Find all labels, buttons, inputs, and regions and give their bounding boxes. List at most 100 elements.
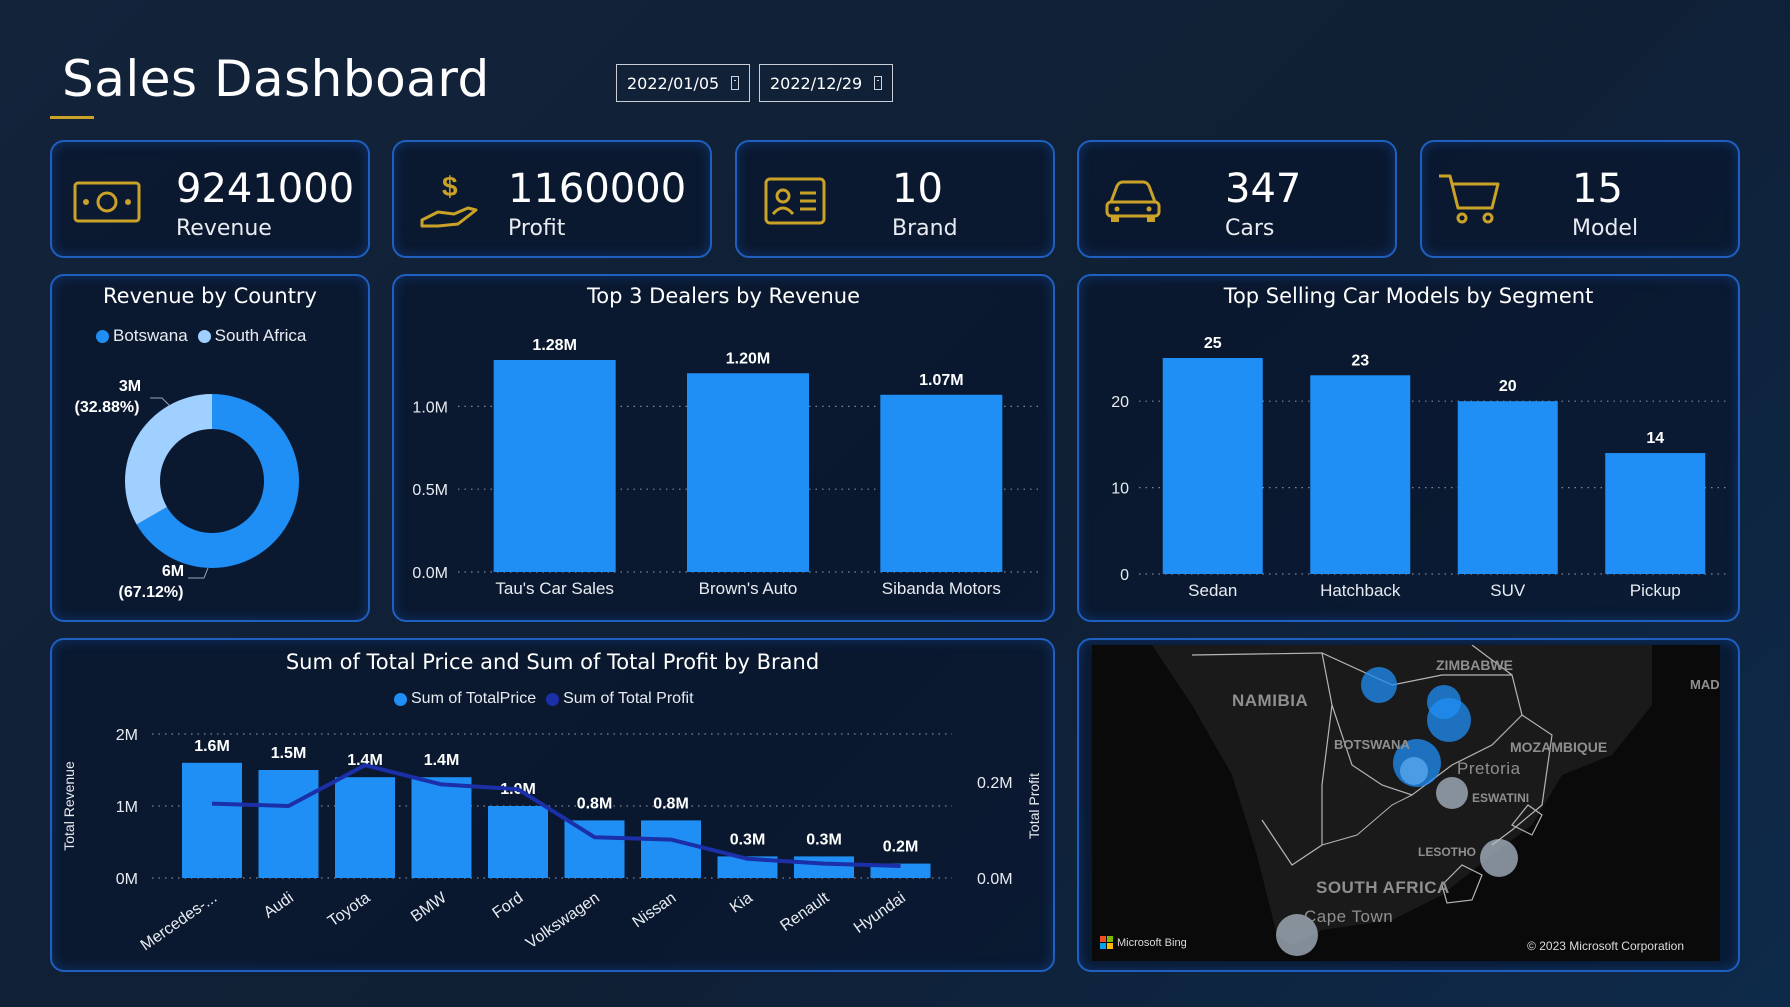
x-tick-label: Hyundai [851,889,909,937]
models-bar-chart[interactable]: 0 10 20 25 Sedan 23 Hatchback 20 SUV 14 Pickup [1079,276,1742,624]
calendar-icon[interactable] [731,76,739,90]
bar-value-label: 1.4M [424,752,460,769]
bar-value-label: 1.28M [532,337,576,354]
bar [687,373,809,572]
map-label-lesotho: LESOTHO [1418,845,1477,859]
donut-label-large-pct: (67.12%) [119,584,184,601]
page-title: Sales Dashboard [62,50,490,108]
bar [335,777,395,878]
kpi-value: 15 [1572,166,1623,212]
calendar-icon[interactable] [874,76,882,90]
map-label-zimbabwe: ZIMBABWE [1436,657,1513,673]
bing-logo: Microsoft Bing [1100,936,1187,949]
map-label-mad: MAD [1690,677,1720,692]
dealers-bar-chart[interactable]: 0.0M 0.5M 1.0M 1.28M Tau's Car Sales 1.20M Bro… [394,276,1057,624]
price-profit-combo-chart[interactable]: 0M 1M 2M 0.0M 0.2M Total Revenue Total Profit 1… [52,640,1057,974]
y-right-tick-label: 0.2M [977,775,1013,792]
map-bubble [1361,667,1397,703]
kpi-card-revenue[interactable]: 9241000 Revenue [50,140,370,258]
bar [182,762,242,878]
map-shapes [1092,645,1720,961]
kpi-label: Profit [508,216,566,241]
bar [493,360,616,572]
x-tick-label: Ford [490,889,527,922]
map-label-pretoria: Pretoria [1457,759,1521,778]
x-tick-label: Audi [261,889,297,921]
y-tick-label: 10 [1111,481,1129,498]
kpi-card-cars[interactable]: 347 Cars [1077,140,1397,258]
y-tick-label: 0 [1120,567,1129,584]
x-tick-label: Volkswagen [523,889,603,952]
end-date-value[interactable]: 2022/12/29 [770,74,862,93]
bar [488,806,548,878]
donut-leader-line [188,567,209,579]
start-date-value[interactable]: 2022/01/05 [627,74,719,93]
revenue-by-country-panel[interactable]: Revenue by Country Botswana South Africa… [50,274,370,622]
x-tick-label: SUV [1490,581,1526,600]
bar [641,820,701,878]
map-label-cape-town: Cape Town [1304,907,1394,926]
bar-value-label: 20 [1499,378,1517,395]
kpi-value: 9241000 [176,166,355,212]
map-bubble [1400,757,1428,785]
map-copyright: © 2023 Microsoft Corporation [1527,939,1684,953]
top-dealers-panel[interactable]: Top 3 Dealers by Revenue 0.0M 0.5M 1.0M 1.2… [392,274,1055,622]
price-profit-panel[interactable]: Sum of Total Price and Sum of Total Prof… [50,638,1055,972]
y-tick-label: 0.5M [412,482,448,499]
x-tick-label: Brown's Auto [699,579,798,598]
bar-value-label: 23 [1351,352,1369,369]
svg-text:$: $ [442,171,458,202]
y-tick-label: 1.0M [412,399,448,416]
kpi-card-profit[interactable]: $ 1160000 Profit [392,140,712,258]
kpi-label: Brand [892,216,958,241]
y-right-tick-label: 0.0M [977,871,1013,888]
bar-value-label: 14 [1646,430,1664,447]
map-label-eswatini: ESWATINI [1472,791,1530,805]
bing-label: Microsoft Bing [1117,936,1187,949]
x-tick-label: Tau's Car Sales [495,579,614,598]
bar [1457,401,1558,574]
bar [1605,453,1706,574]
map-bubble [1427,698,1471,742]
bar-value-label: 0.3M [806,831,842,848]
x-tick-label: Toyota [325,889,373,930]
x-tick-label: BMW [408,889,451,926]
bar [794,856,854,878]
x-tick-label: Kia [727,889,756,916]
kpi-label: Cars [1225,216,1275,241]
y-left-tick-label: 0M [116,871,138,888]
bar [258,770,319,878]
microsoft-logo-icon [1100,936,1113,949]
y-tick-label: 0.0M [412,565,448,582]
map-label-botswana: BOTSWANA [1334,737,1410,752]
money-icon [73,181,141,223]
kpi-value: 1160000 [508,166,687,212]
map-label-namibia: NAMIBIA [1232,691,1309,710]
donut-chart[interactable]: 3M (32.88%) 6M (67.12%) [52,276,372,624]
end-date-picker[interactable]: 2022/12/29 [759,64,893,102]
bar-value-label: 0.8M [653,795,689,812]
top-models-panel[interactable]: Top Selling Car Models by Segment 0 10 20 2… [1077,274,1740,622]
bar [564,820,625,878]
bar [880,394,1003,572]
bar-value-label: 1.07M [919,372,963,389]
kpi-value: 10 [892,166,943,212]
bar [411,777,472,878]
bar-value-label: 0.2M [883,839,919,856]
donut-label-small: 3M [119,378,141,395]
x-tick-label: Nissan [629,889,679,931]
kpi-card-model[interactable]: 15 Model [1420,140,1740,258]
map-label-mozambique: MOZAMBIQUE [1510,739,1608,755]
y-left-tick-label: 2M [116,727,138,744]
bar-value-label: 25 [1204,335,1222,352]
start-date-picker[interactable]: 2022/01/05 [616,64,750,102]
kpi-label: Model [1572,216,1639,241]
map[interactable]: NAMIBIA ZIMBABWE BOTSWANA MOZAMBIQUE Pre… [1092,645,1720,961]
hand-dollar-icon: $ [420,171,478,228]
x-tick-label: Pickup [1630,581,1681,600]
kpi-card-brand[interactable]: 10 Brand [735,140,1055,258]
y-right-axis-title: Total Profit [1026,773,1042,839]
bar [1310,375,1411,574]
bar [1162,358,1263,574]
kpi-value: 347 [1225,166,1302,212]
